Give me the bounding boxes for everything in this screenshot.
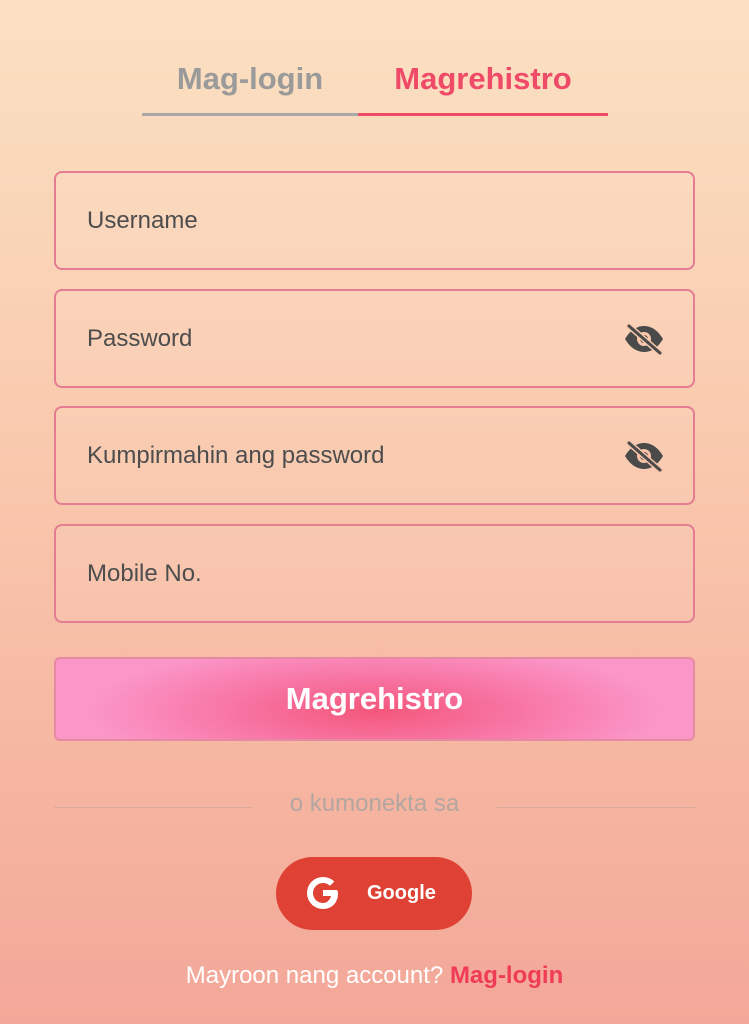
confirm-password-field-box xyxy=(54,406,695,505)
eye-off-icon[interactable] xyxy=(623,440,665,472)
password-field-box xyxy=(54,289,695,388)
footer: Mayroon nang account? Mag-login xyxy=(0,962,749,990)
username-input[interactable] xyxy=(87,173,617,268)
register-button[interactable]: Magrehistro xyxy=(54,657,695,741)
auth-tabs: Mag-login Magrehistro xyxy=(142,52,608,116)
divider-text: o kumonekta sa xyxy=(289,790,460,817)
google-login-button[interactable]: Google xyxy=(276,857,472,930)
password-input[interactable] xyxy=(87,291,617,386)
mobile-field-box xyxy=(54,524,695,623)
username-field-box xyxy=(54,171,695,270)
divider-line-left xyxy=(54,807,252,808)
eye-off-icon[interactable] xyxy=(623,323,665,355)
tab-login[interactable]: Mag-login xyxy=(142,52,358,116)
tab-register[interactable]: Magrehistro xyxy=(358,52,608,116)
confirm-password-input[interactable] xyxy=(87,408,617,503)
footer-prompt: Mayroon nang account? xyxy=(185,962,444,989)
google-button-label: Google xyxy=(367,882,436,904)
divider-line-right xyxy=(497,807,695,808)
login-link[interactable]: Mag-login xyxy=(450,962,563,989)
google-icon xyxy=(307,877,338,909)
mobile-input[interactable] xyxy=(87,526,617,621)
